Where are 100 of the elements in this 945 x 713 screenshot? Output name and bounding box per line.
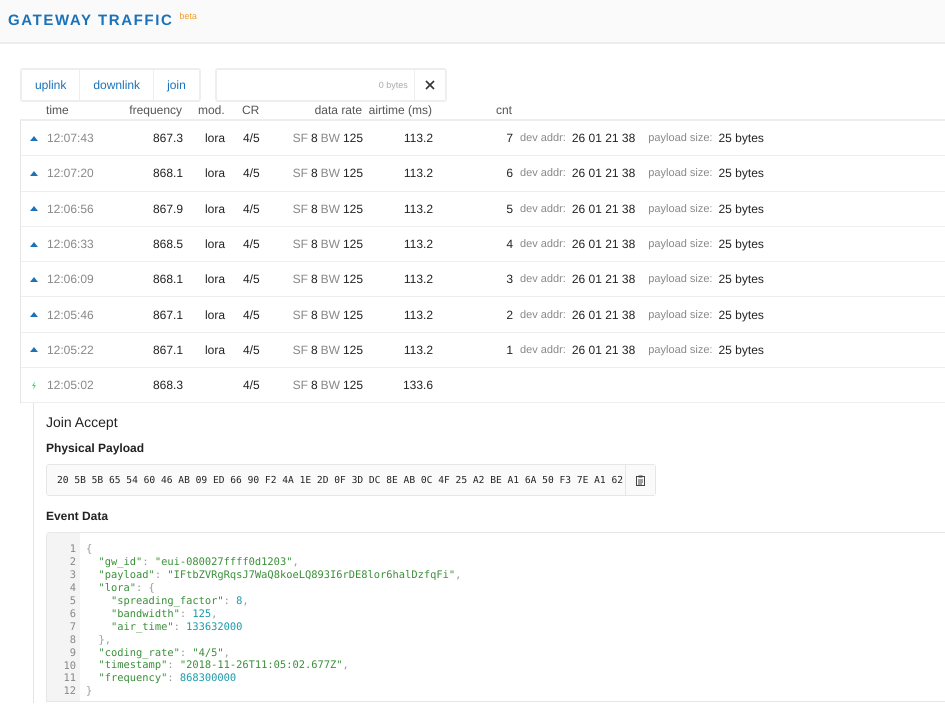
dev-addr-value: 26 01 21 38 bbox=[572, 272, 636, 286]
code-line: "frequency": 868300000 bbox=[98, 672, 238, 686]
uplink-triangle-icon bbox=[30, 170, 38, 176]
coding-rate-cell-text: 4/5 bbox=[242, 166, 261, 180]
dev-addr-label: dev addr: bbox=[520, 308, 566, 321]
sf-value: 8 bbox=[310, 378, 318, 392]
line-number: 4 bbox=[68, 582, 77, 595]
payload-size-value: 25 bytes bbox=[718, 237, 764, 252]
frequency-cell-text: 867.3 bbox=[152, 131, 183, 146]
count-cell-text: 2 bbox=[505, 308, 513, 322]
frequency-cell-text: 868.3 bbox=[152, 378, 183, 392]
airtime-cell-text: 113.2 bbox=[402, 166, 433, 180]
column-header: data rate bbox=[314, 103, 362, 117]
uplink-triangle-icon bbox=[30, 347, 38, 352]
copy-button[interactable] bbox=[625, 465, 655, 496]
bw-label: BW bbox=[320, 342, 340, 357]
uplink-triangle-icon bbox=[30, 312, 38, 318]
airtime-cell-text: 133.6 bbox=[402, 378, 433, 392]
dev-addr-value: 26 01 21 38 bbox=[572, 166, 636, 180]
bw-value: 125 bbox=[342, 131, 363, 146]
coding-rate-cell-text: 4/5 bbox=[242, 378, 261, 392]
uplink-triangle-icon bbox=[30, 206, 38, 212]
code-line: "lora": { bbox=[98, 582, 156, 595]
line-number: 2 bbox=[68, 556, 77, 570]
line-number: 10 bbox=[62, 660, 77, 672]
dev-addr-label: dev addr: bbox=[520, 344, 566, 356]
bw-label: BW bbox=[320, 166, 340, 180]
sf-value: 8 bbox=[310, 342, 318, 357]
dev-addr-label: dev addr: bbox=[520, 132, 566, 144]
column-header: time bbox=[46, 103, 70, 117]
count-cell-text: 4 bbox=[505, 237, 513, 252]
column-header: CR bbox=[241, 103, 260, 117]
time-cell-text: 12:06:33 bbox=[47, 237, 95, 252]
bw-value: 125 bbox=[342, 308, 363, 322]
time-cell-text: 12:05:22 bbox=[47, 342, 95, 357]
line-number: 6 bbox=[68, 608, 77, 621]
modulation-cell-text: lora bbox=[204, 342, 226, 357]
frequency-cell-text: 867.1 bbox=[152, 308, 183, 322]
payload-size-value: 25 bytes bbox=[718, 202, 764, 216]
bw-label: BW bbox=[320, 378, 340, 392]
frequency-cell-text: 867.1 bbox=[152, 342, 183, 357]
dev-addr-value: 26 01 21 38 bbox=[572, 131, 636, 146]
uplink-triangle-icon bbox=[30, 242, 38, 247]
page-title: GATEWAY TRAFFIC bbox=[8, 12, 174, 29]
modulation-cell-text: lora bbox=[204, 131, 226, 146]
coding-rate-cell-text: 4/5 bbox=[242, 131, 261, 146]
sf-value: 8 bbox=[310, 166, 318, 180]
frequency-cell-text: 867.9 bbox=[152, 202, 183, 216]
time-cell-text: 12:06:09 bbox=[47, 272, 95, 286]
coding-rate-cell-text: 4/5 bbox=[242, 237, 261, 252]
time-cell-text: 12:05:02 bbox=[47, 378, 95, 392]
sf-value: 8 bbox=[310, 237, 318, 252]
dev-addr-label: dev addr: bbox=[520, 273, 566, 286]
dev-addr-value: 26 01 21 38 bbox=[572, 342, 636, 357]
frequency-cell-text: 868.5 bbox=[152, 237, 183, 252]
payload-size-value: 25 bytes bbox=[718, 166, 764, 180]
sf-value: 8 bbox=[310, 202, 318, 216]
section-heading: Event Data bbox=[46, 509, 110, 524]
bw-value: 125 bbox=[342, 202, 363, 216]
coding-rate-cell-text: 4/5 bbox=[242, 202, 261, 216]
payload-size-label: payload size: bbox=[648, 273, 712, 286]
payload-size-label: payload size: bbox=[648, 308, 712, 321]
bw-value: 125 bbox=[342, 272, 363, 286]
modulation-cell-text: lora bbox=[204, 166, 226, 180]
line-number: 1 bbox=[68, 543, 77, 556]
line-number: 9 bbox=[68, 646, 77, 660]
time-cell-text: 12:05:46 bbox=[47, 308, 95, 322]
payload-size-label: payload size: bbox=[648, 202, 712, 215]
line-number: 8 bbox=[68, 634, 77, 647]
payload-size-value: 25 bytes bbox=[718, 272, 764, 286]
dev-addr-value: 26 01 21 38 bbox=[572, 202, 636, 216]
coding-rate-cell-text: 4/5 bbox=[242, 342, 261, 357]
payload-size-value: 25 bytes bbox=[718, 308, 764, 322]
dev-addr-label: dev addr: bbox=[520, 167, 566, 180]
frequency-cell-text: 868.1 bbox=[152, 166, 183, 180]
sf-label: SF bbox=[292, 272, 308, 286]
bw-label: BW bbox=[320, 202, 340, 216]
line-number: 11 bbox=[62, 672, 77, 686]
count-cell-text: 3 bbox=[505, 272, 513, 286]
bw-value: 125 bbox=[342, 342, 363, 357]
sf-label: SF bbox=[292, 131, 308, 146]
code-line: "payload": "IFtbZVRgRqsJ7WaQ8koeLQ893I6rDE8lor6halDzfqFi", bbox=[98, 569, 462, 582]
sf-label: SF bbox=[292, 378, 308, 392]
line-number: 3 bbox=[68, 569, 77, 582]
airtime-cell-text: 113.2 bbox=[402, 237, 433, 252]
filter-button[interactable]: join bbox=[153, 70, 199, 100]
line-number: 7 bbox=[68, 620, 77, 634]
payload-size-label: payload size: bbox=[648, 344, 712, 356]
modulation-cell-text: lora bbox=[204, 272, 226, 286]
column-header: airtime (ms) bbox=[368, 103, 432, 117]
column-header: mod. bbox=[197, 103, 226, 117]
dev-addr-label: dev addr: bbox=[520, 238, 566, 250]
modulation-cell-text: lora bbox=[204, 308, 226, 322]
code-line: "bandwidth": 125, bbox=[110, 608, 218, 621]
code-line: "air_time": 133632000 bbox=[110, 620, 244, 634]
lightning-icon bbox=[31, 380, 37, 390]
coding-rate-cell-text: 4/5 bbox=[242, 272, 261, 286]
count-cell-text: 1 bbox=[505, 342, 513, 357]
column-header: cnt bbox=[494, 103, 512, 117]
dev-addr-label: dev addr: bbox=[520, 202, 566, 215]
